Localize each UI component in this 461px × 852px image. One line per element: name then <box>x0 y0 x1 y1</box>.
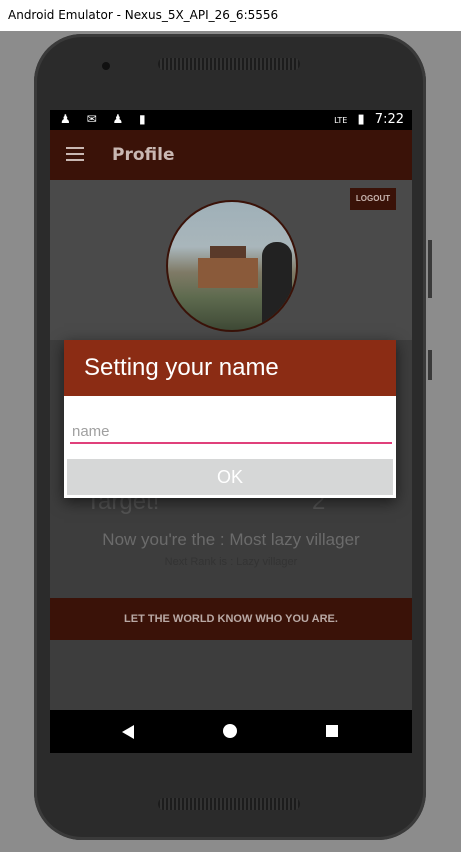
power-button[interactable] <box>428 350 432 380</box>
device-screen: ♟ ✉ ♟ ▮ LTE ▮ 7:22 Profile LOGOUT Target… <box>50 110 412 753</box>
clock: 7:22 <box>374 112 404 127</box>
dialog-header: Setting your name <box>64 340 396 396</box>
status-bar: ♟ ✉ ♟ ▮ LTE ▮ 7:22 <box>50 110 412 130</box>
dialog-title: Setting your name <box>84 354 279 381</box>
navigation-bar <box>50 710 412 753</box>
back-icon[interactable] <box>122 725 134 739</box>
avatar[interactable] <box>166 200 298 332</box>
front-camera <box>102 62 110 70</box>
app-bar: Profile <box>50 130 412 180</box>
window-title: Android Emulator - Nexus_5X_API_26_6:555… <box>8 8 279 22</box>
emulator-title-bar: Android Emulator - Nexus_5X_API_26_6:555… <box>0 0 461 31</box>
logout-button[interactable]: LOGOUT <box>350 188 396 210</box>
ok-button[interactable]: OK <box>67 459 393 495</box>
top-speaker <box>158 58 300 70</box>
battery-charging-icon: ▮ <box>357 112 365 127</box>
recents-icon[interactable] <box>326 725 338 737</box>
share-banner-button[interactable]: LET THE WORLD KNOW WHO YOU ARE. <box>50 598 412 640</box>
network-type: LTE <box>334 116 348 125</box>
name-dialog: Setting your name OK <box>64 340 396 498</box>
menu-icon[interactable] <box>66 147 84 161</box>
page-title: Profile <box>112 145 175 165</box>
avatar-photo-person <box>262 242 292 330</box>
name-input[interactable] <box>70 420 392 444</box>
status-right: LTE ▮ 7:22 <box>328 112 404 127</box>
notification-icons: ♟ ✉ ♟ ▮ <box>60 112 152 126</box>
bottom-speaker <box>158 798 300 810</box>
next-rank: Next Rank is : Lazy villager <box>164 556 298 568</box>
current-rank: Now you're the : Most lazy villager <box>102 530 360 549</box>
home-icon[interactable] <box>223 724 237 738</box>
profile-header: LOGOUT <box>50 180 412 340</box>
avatar-photo-building <box>198 258 258 288</box>
volume-button[interactable] <box>428 240 432 298</box>
